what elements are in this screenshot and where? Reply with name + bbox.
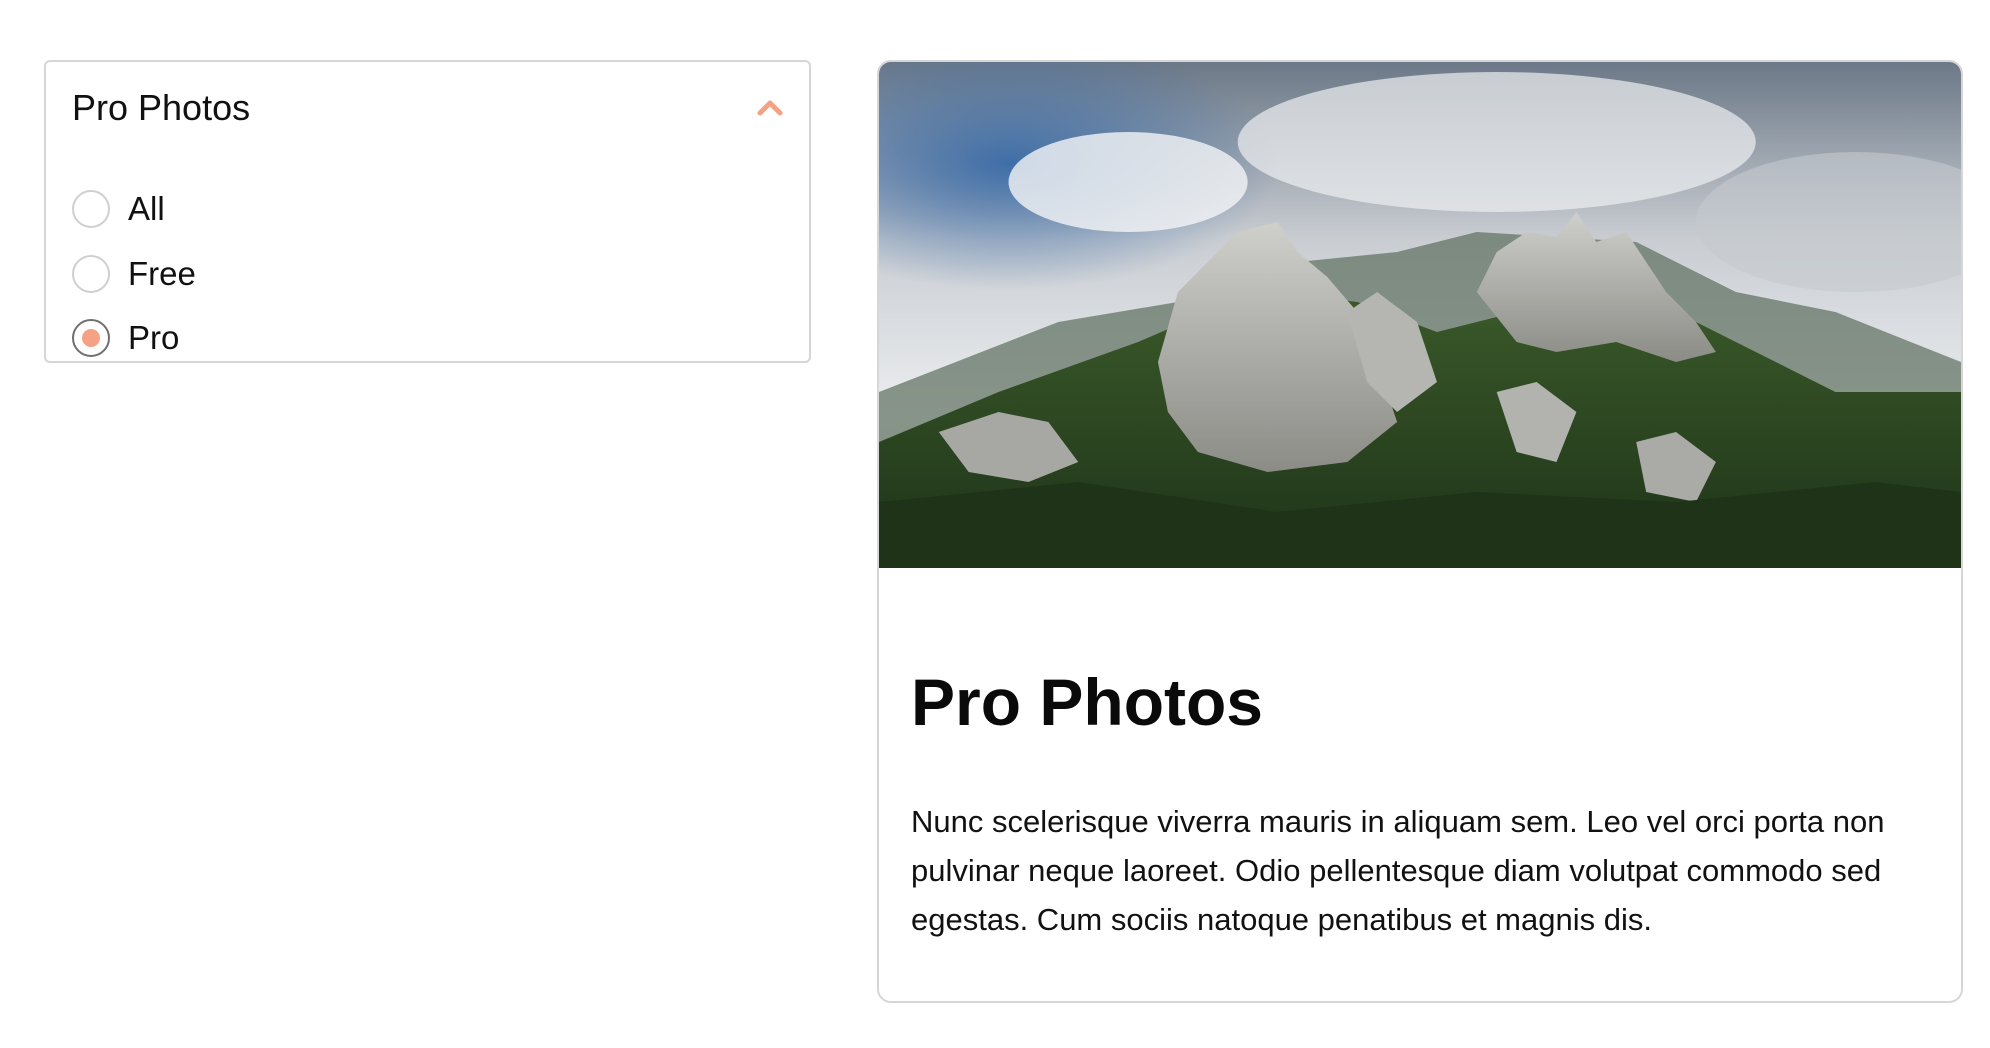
card-title: Pro Photos xyxy=(911,665,1264,739)
option-pro[interactable]: Pro xyxy=(72,316,472,360)
mountain-photo xyxy=(879,62,1961,568)
photo-card: Pro Photos Nunc scelerisque viverra maur… xyxy=(877,60,1963,1003)
option-label-pro: Pro xyxy=(128,319,180,356)
filter-title: Pro Photos xyxy=(72,87,251,128)
radio-all[interactable] xyxy=(72,190,110,228)
radio-free[interactable] xyxy=(72,255,110,293)
radio-pro[interactable] xyxy=(72,319,110,357)
option-label-free: Free xyxy=(128,255,196,292)
option-all[interactable]: All xyxy=(72,187,472,231)
option-free[interactable]: Free xyxy=(72,252,472,296)
filter-header-toggle[interactable]: Pro Photos xyxy=(46,62,809,154)
card-description: Nunc scelerisque viverra mauris in aliqu… xyxy=(911,804,1885,937)
filter-panel: Pro Photos All Free Pro xyxy=(44,60,811,363)
option-label-all: All xyxy=(128,190,165,227)
chevron-up-icon[interactable] xyxy=(753,90,787,124)
